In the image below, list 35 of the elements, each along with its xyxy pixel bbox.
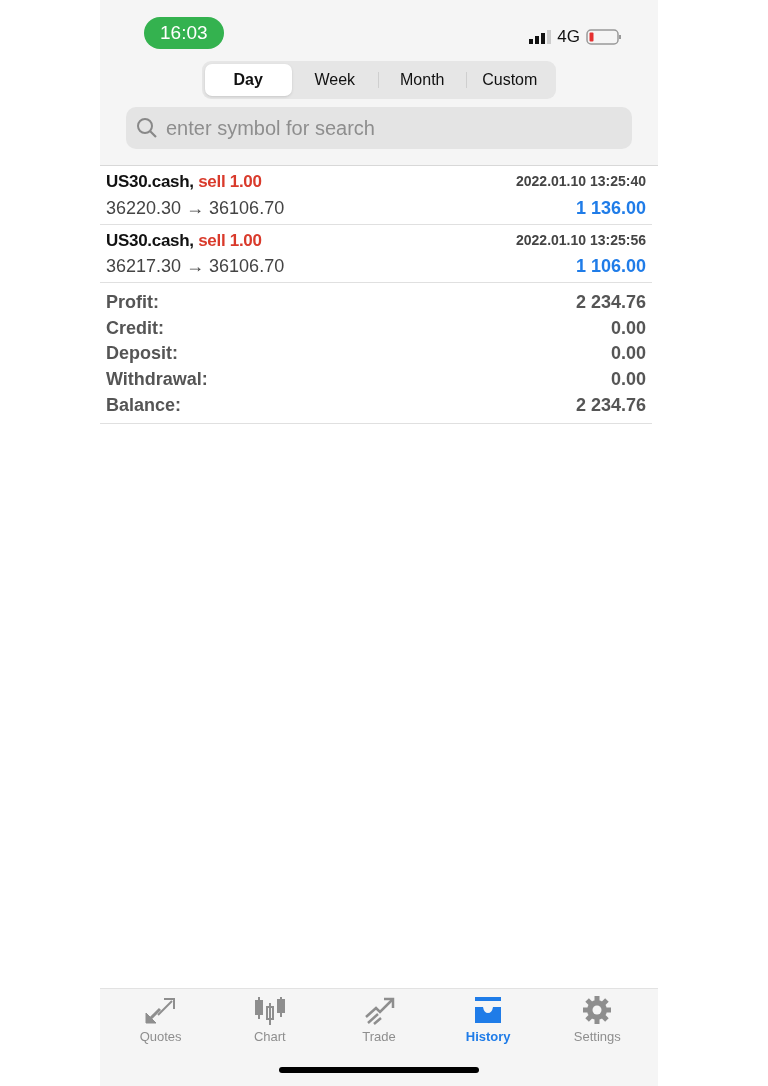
candlestick-icon [252,995,287,1025]
deal-title: US30.cash, sell 1.00 [106,171,262,193]
summary-label: Credit: [106,316,164,340]
tab-bar-item[interactable]: Trade [333,995,424,1047]
arrows-icon [143,995,178,1025]
deal-time: 2022.01.10 13:25:40 [516,172,646,192]
period-tab[interactable]: Custom [466,64,553,96]
summary-value: 0.00 [610,342,646,366]
tab-bar-item[interactable]: History [443,995,534,1047]
battery-icon [586,29,622,45]
summary-value: 0.00 [610,368,646,392]
summary-label: Balance: [106,393,182,417]
clock-time: 16:03 [144,16,224,50]
summary-label: Profit: [106,291,159,315]
summary-value: 2 234.76 [575,291,646,315]
deal-prices: 36217.30 → 36106.70 [106,255,285,278]
period-tab[interactable]: Week [291,64,378,96]
summary-label: Deposit: [106,342,178,366]
search-field[interactable]: enter symbol for search [126,107,632,149]
deal-time: 2022.01.10 13:25:56 [516,230,646,250]
period-tab[interactable]: Month [379,64,466,96]
summary-value: 2 234.76 [575,393,646,417]
signal-icon [529,30,552,44]
deal-prices: 36220.30 → 36106.70 [106,196,285,220]
deal-title: US30.cash, sell 1.00 [106,229,262,252]
summary-value: 0.00 [610,316,646,340]
summary-label: Withdrawal: [106,368,208,392]
tab-bar-item[interactable]: Quotes [115,995,206,1047]
tab-bar-item[interactable]: Settings [552,995,643,1047]
search-icon [136,117,158,139]
deal-profit: 1 106.00 [575,255,646,278]
deal-profit: 1 136.00 [575,196,646,220]
tab-bar-item[interactable]: Chart [224,995,315,1047]
network-label: 4G [557,26,580,49]
period-tab[interactable]: Day [205,64,292,96]
